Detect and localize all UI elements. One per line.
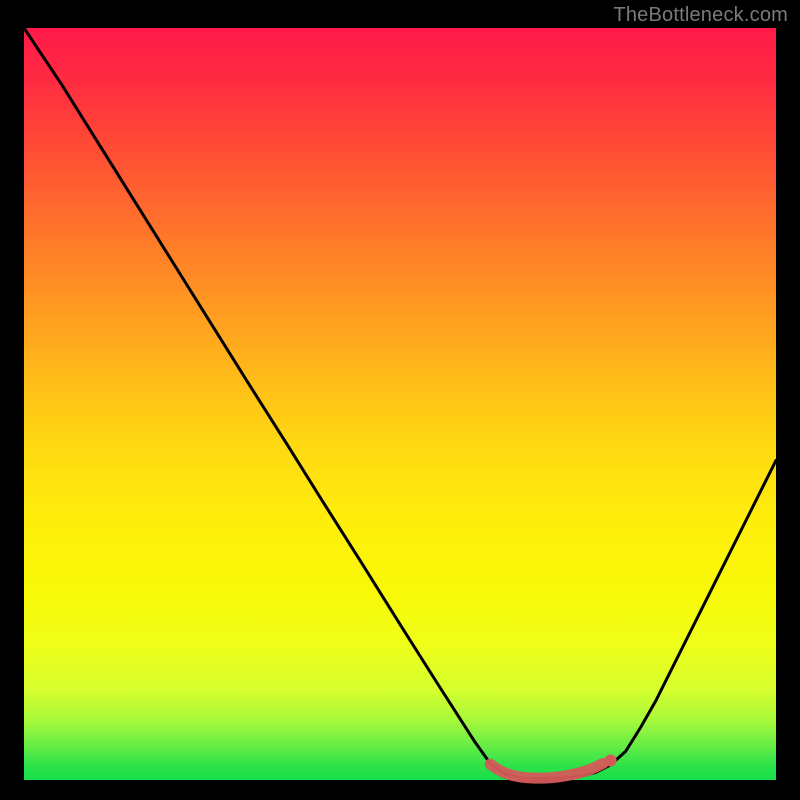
bottleneck-chart: TheBottleneck.com: [0, 0, 800, 800]
attribution-text: TheBottleneck.com: [613, 4, 788, 27]
chart-background: [24, 28, 776, 780]
optimal-end-dot: [605, 754, 617, 766]
chart-canvas: [0, 0, 800, 800]
